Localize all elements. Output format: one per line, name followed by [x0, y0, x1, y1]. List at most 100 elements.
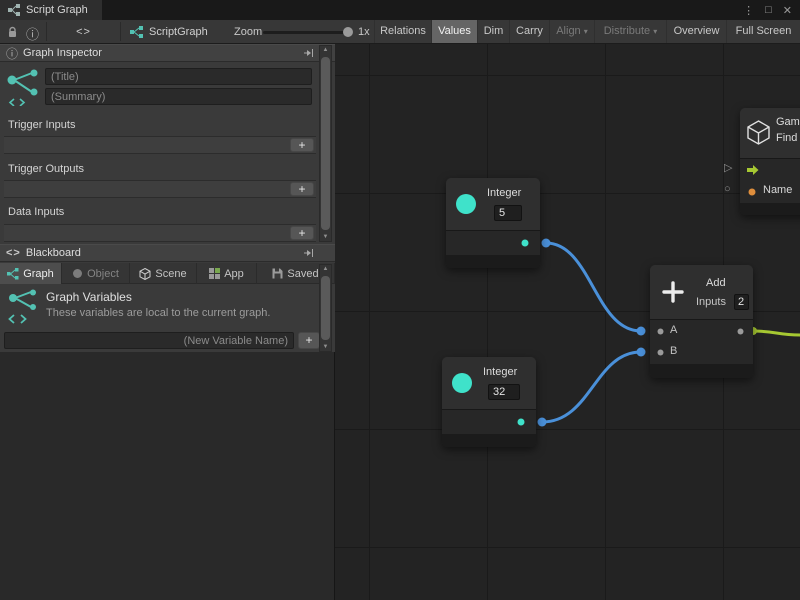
flow-arrow-icon[interactable]	[746, 164, 759, 176]
node-add[interactable]: Add Inputs 2 A B	[650, 265, 753, 378]
node-header: Game Object Find	[740, 108, 800, 158]
window-close-icon[interactable]: ✕	[783, 4, 792, 17]
input-port-name[interactable]	[748, 188, 756, 196]
wire-endpoint[interactable]	[538, 418, 547, 427]
angle-brackets-icon: <>	[76, 26, 91, 38]
chevron-down-icon: ▾	[653, 27, 657, 36]
relations-button[interactable]: Relations	[374, 20, 431, 43]
window-titlebar: Script Graph ⋮ □ ✕	[0, 0, 800, 20]
values-button[interactable]: Values	[431, 20, 477, 43]
tab-app[interactable]: App	[197, 263, 257, 284]
integer-value-field[interactable]: 32	[488, 384, 520, 400]
align-button[interactable]: Align ▾	[549, 20, 594, 43]
overview-button[interactable]: Overview	[666, 20, 726, 43]
data-inputs-list: +	[4, 224, 316, 242]
angle-brackets-icon: <>	[6, 247, 21, 259]
blackboard-title: Blackboard	[26, 247, 81, 259]
tab-graph[interactable]: Graph	[0, 263, 62, 284]
distribute-button[interactable]: Distribute ▾	[594, 20, 666, 43]
add-variable-button[interactable]: +	[298, 332, 320, 349]
wire-endpoint[interactable]	[637, 348, 646, 357]
node-header: Integer 32	[442, 357, 536, 409]
port-b-label: B	[670, 345, 677, 357]
wire-endpoint[interactable]	[542, 239, 551, 248]
output-port[interactable]	[517, 418, 525, 426]
tab-script-graph[interactable]: Script Graph	[0, 0, 102, 20]
graph-canvas[interactable]: Integer 5 Integer 32	[335, 44, 800, 600]
lock-icon[interactable]	[7, 26, 18, 38]
window-menu-icon[interactable]: ⋮	[743, 4, 754, 17]
window-maximize-icon[interactable]: □	[765, 4, 772, 16]
wire-add-output[interactable]	[753, 331, 800, 335]
node-title: Add	[706, 277, 726, 289]
wire-integer5-to-a[interactable]	[546, 243, 641, 331]
node-title-line1: Game Object	[776, 116, 800, 128]
add-data-input-button[interactable]: +	[290, 226, 314, 240]
flow-input-port[interactable]: ▷	[724, 161, 732, 174]
carry-button[interactable]: Carry	[509, 20, 549, 43]
node-footer	[650, 364, 753, 378]
maximize-panel-icon[interactable]	[303, 248, 314, 258]
blackboard-header: <> Blackboard	[0, 244, 335, 262]
scroll-down-icon[interactable]: ▼	[320, 344, 331, 350]
left-panel: ⓘ Graph Inspector Trigger Inputs + Trigg…	[0, 44, 335, 600]
trigger-inputs-label: Trigger Inputs	[8, 119, 75, 131]
tab-object-label: Object	[87, 268, 119, 280]
integer-value: 5	[499, 207, 505, 219]
scrollbar-thumb[interactable]	[321, 57, 330, 230]
integer-value-field[interactable]: 5	[494, 205, 522, 221]
new-variable-input[interactable]	[4, 332, 294, 349]
wire-endpoint[interactable]	[637, 327, 646, 336]
node-footer	[442, 434, 536, 447]
tab-graph-label: Graph	[23, 268, 54, 280]
value-input-port[interactable]: ○	[724, 183, 731, 195]
graph-icon	[5, 68, 41, 106]
add-icon	[662, 281, 684, 303]
inspector-scrollbar[interactable]: ▲ ▼	[319, 45, 332, 242]
inputs-count: 2	[738, 296, 744, 308]
tab-scene-label: Scene	[155, 268, 186, 280]
port-name-label: Name	[763, 184, 792, 196]
blackboard-scrollbar[interactable]: ▲ ▼	[319, 264, 332, 352]
output-port[interactable]	[521, 239, 529, 247]
trigger-outputs-label: Trigger Outputs	[8, 163, 84, 175]
summary-field[interactable]	[45, 88, 312, 105]
graph-asset-type-button[interactable]: <>	[47, 20, 120, 43]
node-integer-a[interactable]: Integer 5	[446, 178, 540, 268]
node-title: Integer	[487, 187, 521, 199]
inputs-count-field[interactable]: 2	[734, 294, 749, 310]
maximize-panel-icon[interactable]	[303, 48, 314, 58]
node-integer-b[interactable]: Integer 32	[442, 357, 536, 447]
full-screen-button[interactable]: Full Screen	[726, 20, 800, 43]
dim-button[interactable]: Dim	[477, 20, 509, 43]
input-port-b[interactable]	[657, 349, 664, 356]
tab-app-label: App	[224, 268, 244, 280]
zoom-slider-handle[interactable]	[343, 27, 353, 37]
node-gameobject-find[interactable]: Game Object Find Name	[740, 108, 800, 215]
integer-value: 32	[493, 386, 505, 398]
scroll-down-icon[interactable]: ▼	[320, 234, 331, 240]
wire-integer32-to-b[interactable]	[542, 352, 641, 422]
add-trigger-output-button[interactable]: +	[290, 182, 314, 196]
node-title: Integer	[483, 366, 517, 378]
info-icon[interactable]: ⓘ	[26, 24, 39, 43]
graph-variables-title: Graph Variables	[46, 290, 132, 304]
title-field[interactable]	[45, 68, 312, 85]
app-tab-icon	[209, 268, 220, 279]
input-port-a[interactable]	[657, 328, 664, 335]
tab-saved-label: Saved	[287, 268, 318, 280]
output-port-sum[interactable]	[737, 328, 744, 335]
graph-breadcrumb-label[interactable]: ScriptGraph	[149, 26, 208, 38]
scrollbar-thumb[interactable]	[321, 276, 330, 340]
tab-scene[interactable]: Scene	[130, 263, 197, 284]
graph-variables-subtitle: These variables are local to the current…	[46, 307, 270, 319]
blackboard-tab-bar: Graph Object Scene App	[0, 263, 335, 284]
tab-title: Script Graph	[26, 4, 88, 16]
scroll-up-icon[interactable]: ▲	[320, 47, 331, 53]
scroll-up-icon[interactable]: ▲	[320, 266, 331, 272]
add-trigger-input-button[interactable]: +	[290, 138, 314, 152]
info-icon: ⓘ	[6, 45, 18, 62]
tab-object[interactable]: Object	[62, 263, 130, 284]
chevron-down-icon: ▾	[584, 27, 588, 36]
zoom-slider[interactable]	[263, 31, 353, 34]
